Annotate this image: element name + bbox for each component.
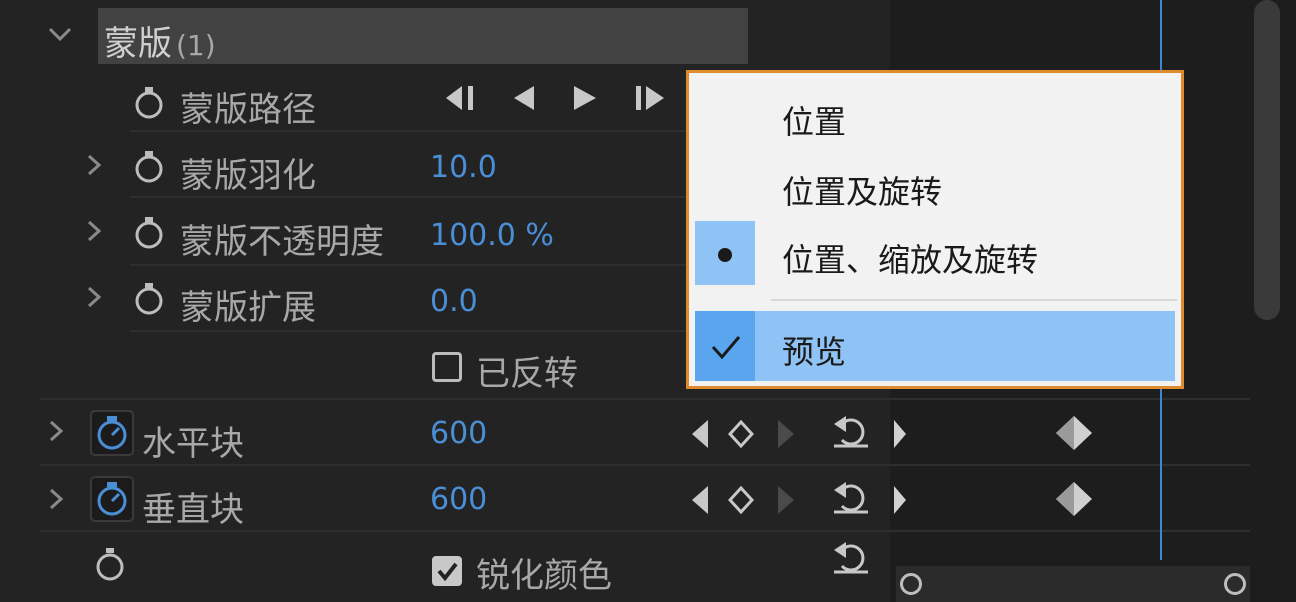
sharpen-colors-checkbox[interactable] xyxy=(432,556,462,586)
mask-count: (1) xyxy=(176,29,216,62)
chevron-right-icon[interactable] xyxy=(46,418,66,444)
mask-expansion-value[interactable]: 0.0 xyxy=(430,284,478,319)
bullet-icon xyxy=(718,248,732,262)
stopwatch-icon[interactable] xyxy=(90,410,134,456)
keyframe-diamond-icon[interactable] xyxy=(1054,414,1094,452)
selection-mark xyxy=(695,221,755,285)
vertical-blocks-label: 垂直块 xyxy=(142,490,244,530)
sharpen-colors-label: 锐化颜色 xyxy=(476,556,612,596)
reset-icon[interactable] xyxy=(832,414,870,448)
row-divider xyxy=(890,530,1250,532)
add-keyframe-icon[interactable] xyxy=(728,486,754,514)
menu-item-label: 位置及旋转 xyxy=(782,173,943,211)
menu-item-label: 位置、缩放及旋转 xyxy=(782,241,1039,279)
chevron-right-icon[interactable] xyxy=(84,284,104,310)
chevron-down-icon[interactable] xyxy=(46,24,74,44)
go-to-next-keyframe-icon[interactable] xyxy=(632,82,668,114)
mask-path-label: 蒙版路径 xyxy=(180,90,316,130)
inverted-label: 已反转 xyxy=(476,354,578,394)
mask-feather-label: 蒙版羽化 xyxy=(180,156,316,196)
keyframe-diamond-icon[interactable] xyxy=(1054,480,1094,518)
add-keyframe-icon[interactable] xyxy=(728,420,754,448)
zoom-handle-left[interactable] xyxy=(900,573,922,595)
keyframe-arrow-icon[interactable] xyxy=(892,484,908,516)
menu-item-position-rotation[interactable]: 位置及旋转 xyxy=(689,153,1181,217)
zoom-handle-right[interactable] xyxy=(1224,573,1246,595)
chevron-right-icon[interactable] xyxy=(46,486,66,512)
previous-keyframe-icon[interactable] xyxy=(690,484,710,516)
menu-item-position-scale-rotation[interactable]: 位置、缩放及旋转 xyxy=(689,221,1181,285)
horizontal-zoom-scrollbar[interactable] xyxy=(896,566,1250,602)
checkmark-icon xyxy=(437,562,458,582)
mask-context-menu: 位置 位置及旋转 位置、缩放及旋转 预览 xyxy=(686,70,1184,389)
reset-icon[interactable] xyxy=(832,540,870,574)
selection-mark xyxy=(695,311,755,381)
menu-item-preview[interactable]: 预览 xyxy=(695,311,1175,381)
reset-icon[interactable] xyxy=(832,480,870,514)
next-keyframe-icon[interactable] xyxy=(776,418,796,450)
mask-expansion-label: 蒙版扩展 xyxy=(180,288,316,328)
chevron-right-icon[interactable] xyxy=(84,152,104,178)
menu-item-position[interactable]: 位置 xyxy=(689,83,1181,147)
stopwatch-icon[interactable] xyxy=(134,282,164,316)
step-back-icon[interactable] xyxy=(508,82,538,114)
keyframe-arrow-icon[interactable] xyxy=(892,418,908,450)
inverted-checkbox[interactable] xyxy=(432,352,462,382)
vertical-blocks-value[interactable]: 600 xyxy=(430,482,487,517)
checkmark-icon xyxy=(711,336,741,360)
stopwatch-icon[interactable] xyxy=(134,216,164,250)
mask-feather-value[interactable]: 10.0 xyxy=(430,150,497,185)
menu-item-label: 预览 xyxy=(782,333,847,371)
chevron-right-icon[interactable] xyxy=(84,218,104,244)
stopwatch-icon[interactable] xyxy=(90,476,134,522)
mask-title-label: 蒙版 xyxy=(104,24,172,64)
menu-separator xyxy=(771,299,1177,301)
menu-item-label: 位置 xyxy=(782,103,847,141)
stopwatch-icon[interactable] xyxy=(134,150,164,184)
horizontal-blocks-value[interactable]: 600 xyxy=(430,416,487,451)
play-icon[interactable] xyxy=(570,82,600,114)
stopwatch-icon[interactable] xyxy=(134,86,164,120)
previous-keyframe-icon[interactable] xyxy=(690,418,710,450)
stopwatch-icon[interactable] xyxy=(94,546,126,582)
row-divider xyxy=(890,398,1250,400)
mask-opacity-label: 蒙版不透明度 xyxy=(180,222,384,262)
row-divider xyxy=(890,464,1250,466)
mask-opacity-value[interactable]: 100.0 % xyxy=(430,218,554,253)
horizontal-blocks-label: 水平块 xyxy=(142,424,244,464)
mask-section-title: 蒙版 (1) xyxy=(104,16,216,65)
vertical-scrollbar[interactable] xyxy=(1254,0,1280,320)
next-keyframe-icon[interactable] xyxy=(776,484,796,516)
row-divider xyxy=(40,398,890,400)
go-to-previous-keyframe-icon[interactable] xyxy=(444,82,480,114)
